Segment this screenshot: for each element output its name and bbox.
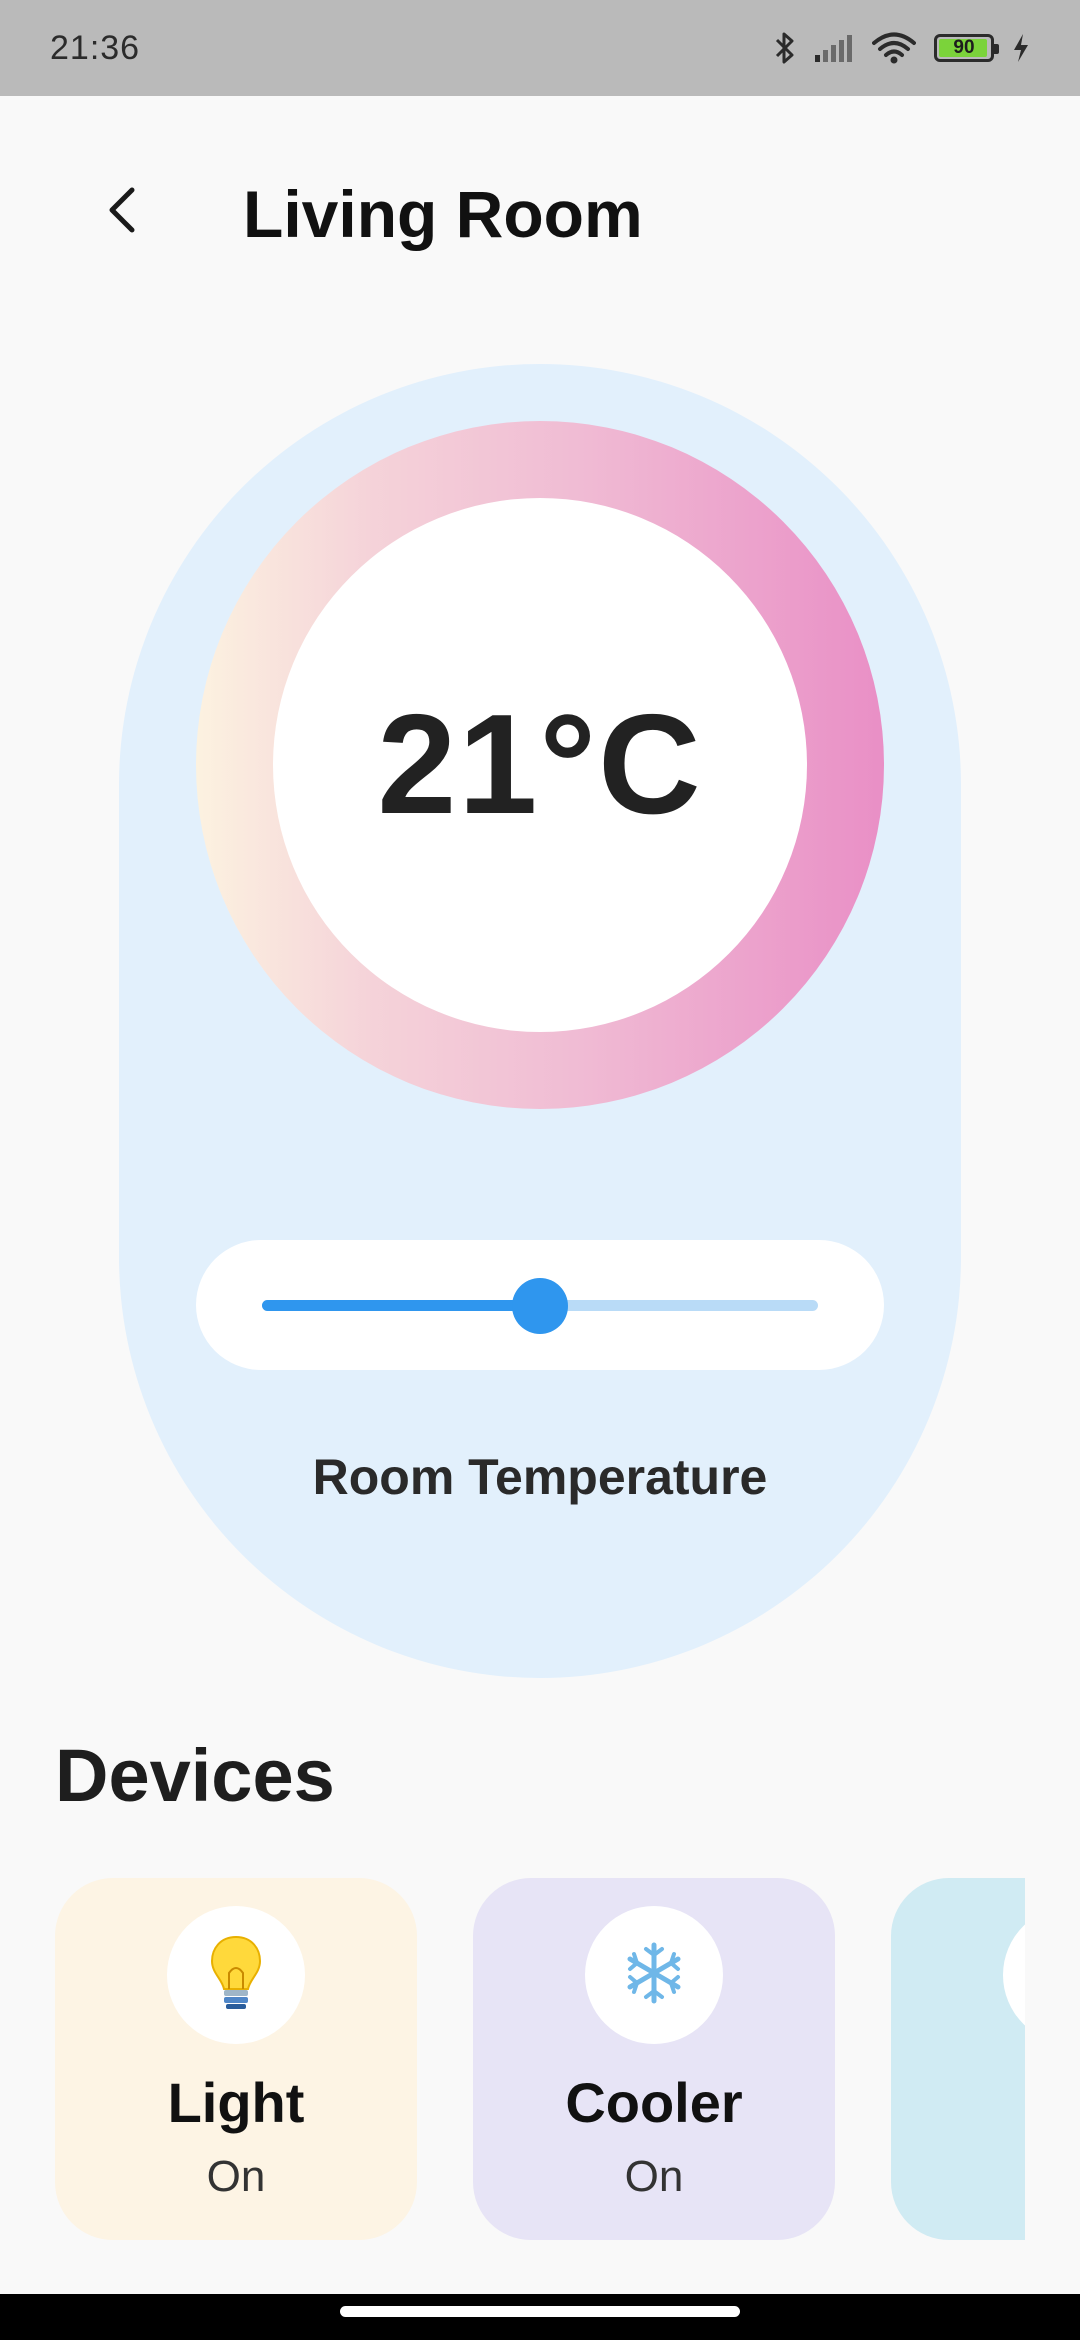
battery-cap <box>994 44 999 54</box>
bluetooth-icon <box>774 31 796 65</box>
status-icons: 90 <box>774 31 1030 65</box>
devices-carousel[interactable]: Light On Cooler On <box>55 1878 1025 2242</box>
home-indicator[interactable] <box>340 2306 740 2317</box>
device-name: Light <box>167 2071 305 2134</box>
back-button[interactable] <box>80 170 164 254</box>
device-icon-container <box>167 1906 305 2044</box>
wifi-icon <box>872 32 916 64</box>
slider-thumb[interactable] <box>512 1278 568 1334</box>
device-status: On <box>624 2152 684 2201</box>
page-title: Living Room <box>243 177 643 251</box>
device-card-partial[interactable]: Sm <box>891 1878 1025 2240</box>
snowflake-icon <box>622 1941 686 2010</box>
room-temperature-label: Room Temperature <box>312 1449 768 1505</box>
device-icon-container <box>585 1906 723 2044</box>
device-card-cooler[interactable]: Cooler On <box>473 1878 835 2240</box>
battery-icon: 90 <box>934 34 999 62</box>
status-bar: 21:36 90 <box>0 0 1080 96</box>
temperature-value: 21°C <box>377 685 703 844</box>
devices-heading: Devices <box>55 1734 335 1817</box>
chevron-left-icon <box>100 184 144 241</box>
temperature-gauge: 21°C <box>196 421 884 1109</box>
temperature-slider-card <box>196 1240 884 1370</box>
battery-level: 90 <box>953 37 975 58</box>
device-icon-container <box>1003 1906 1025 2044</box>
charging-icon <box>1012 33 1030 63</box>
navigation-bar <box>0 2294 1080 2340</box>
light-bulb-icon <box>206 1933 266 2018</box>
device-name: Sm <box>891 2070 1025 2135</box>
slider-active-track <box>262 1300 540 1311</box>
device-card-light[interactable]: Light On <box>55 1878 417 2240</box>
device-name: Cooler <box>565 2071 743 2134</box>
device-status: On <box>206 2152 266 2201</box>
signal-icon <box>814 33 854 63</box>
temperature-gauge-center: 21°C <box>273 498 807 1032</box>
status-time: 21:36 <box>50 28 141 67</box>
temperature-slider[interactable] <box>262 1278 818 1334</box>
